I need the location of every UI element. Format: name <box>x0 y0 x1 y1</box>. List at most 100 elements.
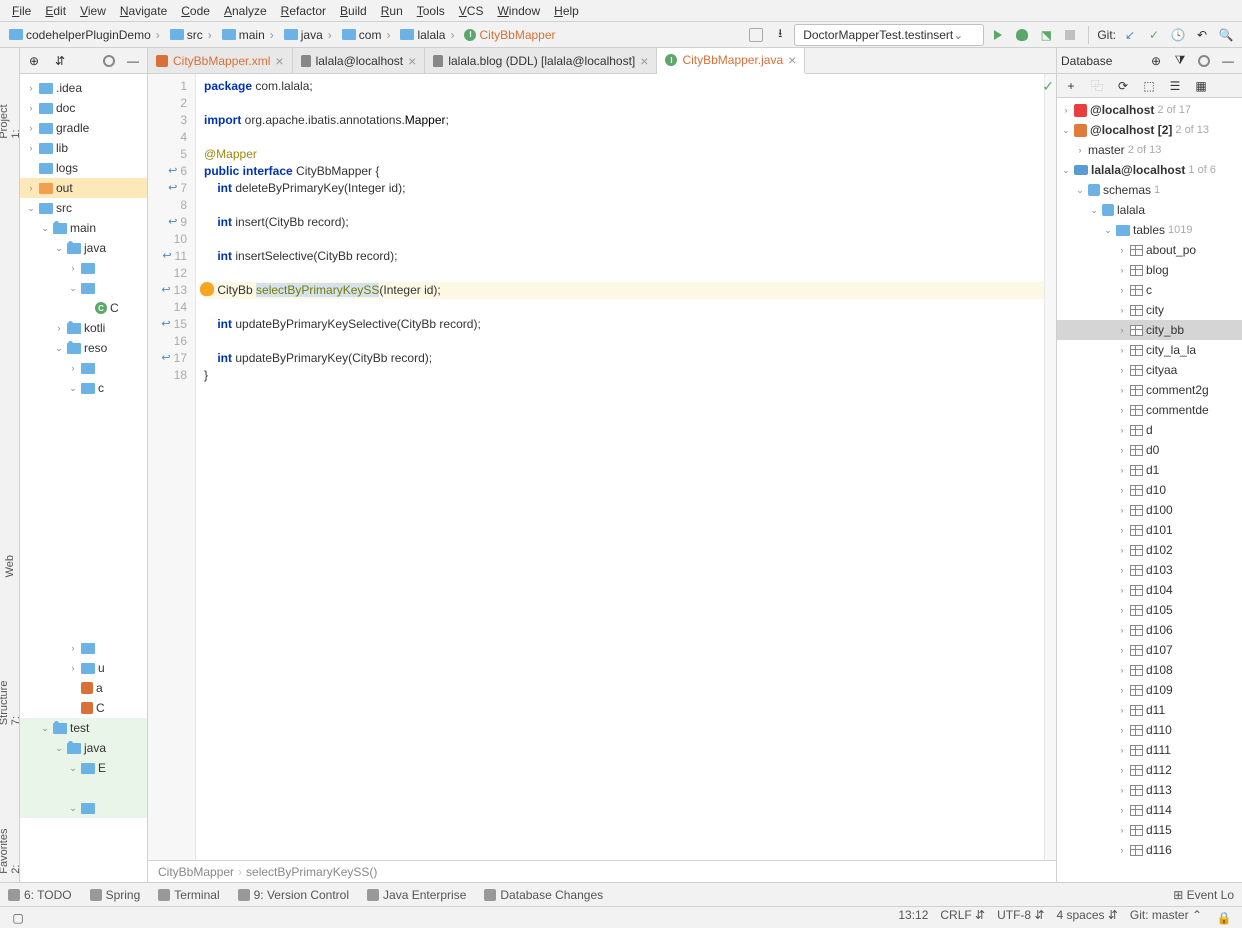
db-tree-item[interactable]: ›d100 <box>1057 500 1242 520</box>
tree-item[interactable]: ›lib <box>20 138 147 158</box>
implements-gutter-icon[interactable]: ↩ <box>168 163 177 180</box>
stop-button[interactable] <box>1060 25 1080 45</box>
search-icon[interactable]: 🔍 <box>1216 25 1236 45</box>
implements-gutter-icon[interactable]: ↩ <box>162 248 171 265</box>
error-stripe[interactable]: ✓ <box>1044 74 1056 860</box>
editor-breadcrumb[interactable]: CityBbMapper › selectByPrimaryKeySS() <box>148 860 1056 882</box>
tree-item[interactable]: ⌄E <box>20 758 147 778</box>
gear-icon[interactable] <box>99 51 119 71</box>
editor-tab[interactable]: ICityBbMapper.java× <box>657 48 805 74</box>
db-tree-item[interactable]: ›d111 <box>1057 740 1242 760</box>
db-tree-item[interactable]: ›d115 <box>1057 820 1242 840</box>
db-tree-item[interactable]: ›d102 <box>1057 540 1242 560</box>
db-tree-item[interactable]: ›master 2 of 13 <box>1057 140 1242 160</box>
tree-item[interactable]: ⌄ <box>20 278 147 298</box>
tree-item[interactable]: ⌄reso <box>20 338 147 358</box>
db-tree-item[interactable]: ›d101 <box>1057 520 1242 540</box>
filter-icon[interactable]: ⧩ <box>1170 51 1190 71</box>
db-tree-item[interactable]: ›d10 <box>1057 480 1242 500</box>
line-separator[interactable]: CRLF ⇵ <box>940 908 985 928</box>
tree-item[interactable]: ›u <box>20 658 147 678</box>
db-tree-item[interactable]: ›d103 <box>1057 560 1242 580</box>
menu-navigate[interactable]: Navigate <box>114 2 173 20</box>
breadcrumb-item[interactable]: codehelperPluginDemo› <box>6 27 165 43</box>
breadcrumb-item[interactable]: main› <box>219 27 279 43</box>
db-tree-item[interactable]: ›d <box>1057 420 1242 440</box>
tree-item[interactable]: ›gradle <box>20 118 147 138</box>
menu-help[interactable]: Help <box>548 2 585 20</box>
db-tree-item[interactable]: ›d110 <box>1057 720 1242 740</box>
menu-file[interactable]: File <box>6 2 37 20</box>
tree-item[interactable]: ›.idea <box>20 78 147 98</box>
db-tree-item[interactable]: ›city <box>1057 300 1242 320</box>
editor-crumb-item[interactable]: CityBbMapper <box>158 865 234 879</box>
tree-item[interactable]: › <box>20 638 147 658</box>
menu-window[interactable]: Window <box>491 2 546 20</box>
db-tree-item[interactable]: ›blog <box>1057 260 1242 280</box>
breadcrumb-item[interactable]: lalala› <box>397 27 459 43</box>
tree-item[interactable]: ⌄c <box>20 378 147 398</box>
properties-icon[interactable]: ☰ <box>1165 76 1185 96</box>
tree-item[interactable]: ›doc <box>20 98 147 118</box>
db-tree-item[interactable]: ›d104 <box>1057 580 1242 600</box>
bottom-tab-javaenterprise[interactable]: Java Enterprise <box>367 888 466 902</box>
tree-item[interactable]: logs <box>20 158 147 178</box>
db-tree-item[interactable]: ›comment2g <box>1057 380 1242 400</box>
tool-tab-web[interactable]: Web <box>2 547 18 585</box>
tool-window-icon[interactable]: ▢ <box>8 908 28 928</box>
db-tree-item[interactable]: ›commentde <box>1057 400 1242 420</box>
event-log-button[interactable]: ⊞ Event Lo <box>1173 888 1234 902</box>
run-config-select[interactable]: DoctorMapperTest.testinsert ⌄ <box>794 24 984 46</box>
db-tree-item[interactable]: ›d113 <box>1057 780 1242 800</box>
implements-gutter-icon[interactable]: ↩ <box>161 316 170 333</box>
db-tree-item[interactable]: ›cityaa <box>1057 360 1242 380</box>
run-button[interactable] <box>988 25 1008 45</box>
db-tree-item[interactable]: ›d108 <box>1057 660 1242 680</box>
close-icon[interactable]: × <box>275 53 283 69</box>
duplicate-icon[interactable]: ⿻ <box>1087 76 1107 96</box>
bottom-tab-versioncontrol[interactable]: 9: Version Control <box>238 888 349 902</box>
tool-tab-favorites[interactable]: 2: Favorites <box>0 813 24 882</box>
tree-item[interactable]: ⌄test <box>20 718 147 738</box>
db-tree-item[interactable]: ›d106 <box>1057 620 1242 640</box>
menu-code[interactable]: Code <box>175 2 216 20</box>
close-icon[interactable]: × <box>788 52 796 68</box>
vcs-history-icon[interactable]: 🕓 <box>1168 25 1188 45</box>
implements-gutter-icon[interactable]: ↩ <box>168 214 177 231</box>
code-area[interactable]: package com.lalala; import org.apache.ib… <box>196 74 1044 860</box>
stop-icon[interactable]: ⬚ <box>1139 76 1159 96</box>
close-icon[interactable]: × <box>640 53 648 69</box>
tool-tab-structure[interactable]: 7: Structure <box>0 665 24 733</box>
db-tree-item[interactable]: ›d11 <box>1057 700 1242 720</box>
db-tree-item[interactable]: ›d0 <box>1057 440 1242 460</box>
tree-item[interactable]: ›out <box>20 178 147 198</box>
indent[interactable]: 4 spaces ⇵ <box>1057 908 1118 928</box>
sync-icon[interactable]: ⊕ <box>24 51 44 71</box>
tree-item[interactable]: CC <box>20 298 147 318</box>
implements-gutter-icon[interactable]: ↩ <box>168 180 177 197</box>
db-tree-item[interactable]: ›d107 <box>1057 640 1242 660</box>
vcs-revert-icon[interactable]: ↶ <box>1192 25 1212 45</box>
menu-analyze[interactable]: Analyze <box>218 2 273 20</box>
bottom-tab-terminal[interactable]: Terminal <box>158 888 219 902</box>
editor-tab[interactable]: lalala.blog (DDL) [lalala@localhost]× <box>425 48 657 73</box>
db-tree-item[interactable]: ›d1 <box>1057 460 1242 480</box>
hide-icon[interactable]: — <box>1218 51 1238 71</box>
encoding[interactable]: UTF-8 ⇵ <box>997 908 1044 928</box>
menu-run[interactable]: Run <box>375 2 409 20</box>
tree-item[interactable]: C <box>20 698 147 718</box>
close-icon[interactable]: × <box>408 53 416 69</box>
vcs-commit-icon[interactable]: ✓ <box>1144 25 1164 45</box>
add-icon[interactable]: ⊕ <box>1146 51 1166 71</box>
caret-position[interactable]: 13:12 <box>898 908 928 928</box>
breadcrumb-item[interactable]: java› <box>281 27 337 43</box>
bottom-tab-todo[interactable]: 6: TODO <box>8 888 72 902</box>
db-tree-item[interactable]: ›d105 <box>1057 600 1242 620</box>
tree-item[interactable] <box>20 778 147 798</box>
implements-gutter-icon[interactable]: ↩ <box>161 350 170 367</box>
menu-tools[interactable]: Tools <box>411 2 451 20</box>
vcs-update-icon[interactable]: ↙ <box>1120 25 1140 45</box>
gear-icon[interactable] <box>1194 51 1214 71</box>
menu-build[interactable]: Build <box>334 2 373 20</box>
tree-item[interactable]: › <box>20 358 147 378</box>
